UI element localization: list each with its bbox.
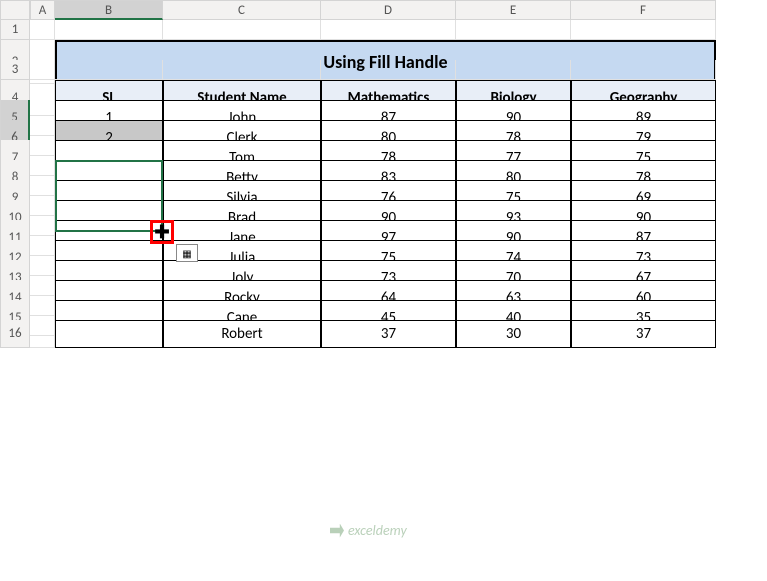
cell-a16[interactable]: [30, 320, 55, 348]
col-header-c[interactable]: C: [163, 0, 321, 20]
cell-f1[interactable]: [571, 20, 716, 40]
cell-d3[interactable]: [321, 60, 456, 80]
cell-e3[interactable]: [456, 60, 571, 80]
cell-c16[interactable]: Robert: [163, 320, 321, 348]
row-header-16[interactable]: 16: [0, 320, 30, 348]
watermark: exceldemy: [330, 522, 407, 539]
cell-d16[interactable]: 37: [321, 320, 456, 348]
watermark-text: exceldemy: [348, 522, 407, 539]
autofill-options-icon: ▦: [182, 247, 191, 260]
cell-b1[interactable]: [55, 20, 163, 40]
cell-f16[interactable]: 37: [571, 320, 716, 348]
cell-e1[interactable]: [456, 20, 571, 40]
cell-c3[interactable]: [163, 60, 321, 80]
col-header-b[interactable]: B: [55, 0, 163, 20]
cell-c1[interactable]: [163, 20, 321, 40]
cell-f3[interactable]: [571, 60, 716, 80]
col-header-a[interactable]: A: [30, 0, 55, 20]
plus-cursor-icon: ✚: [154, 223, 169, 241]
cell-d1[interactable]: [321, 20, 456, 40]
autofill-options-button[interactable]: ▦: [176, 244, 198, 262]
cell-a1[interactable]: [30, 20, 55, 40]
cell-e16[interactable]: 30: [456, 320, 571, 348]
cell-b3[interactable]: [55, 60, 163, 80]
col-header-f[interactable]: F: [571, 0, 716, 20]
col-header-e[interactable]: E: [456, 0, 571, 20]
row-header-1[interactable]: 1: [0, 20, 30, 40]
cell-a3[interactable]: [30, 60, 55, 80]
spreadsheet-grid[interactable]: A B C D E F 1 2 Using Fill Handle 3 4 SL…: [0, 0, 767, 340]
cell-b16[interactable]: [55, 320, 163, 348]
select-all-corner[interactable]: [0, 0, 30, 20]
fill-handle-cursor[interactable]: ✚: [150, 220, 174, 244]
row-header-3[interactable]: 3: [0, 60, 30, 80]
col-header-d[interactable]: D: [321, 0, 456, 20]
watermark-arrow-icon: [330, 524, 344, 538]
